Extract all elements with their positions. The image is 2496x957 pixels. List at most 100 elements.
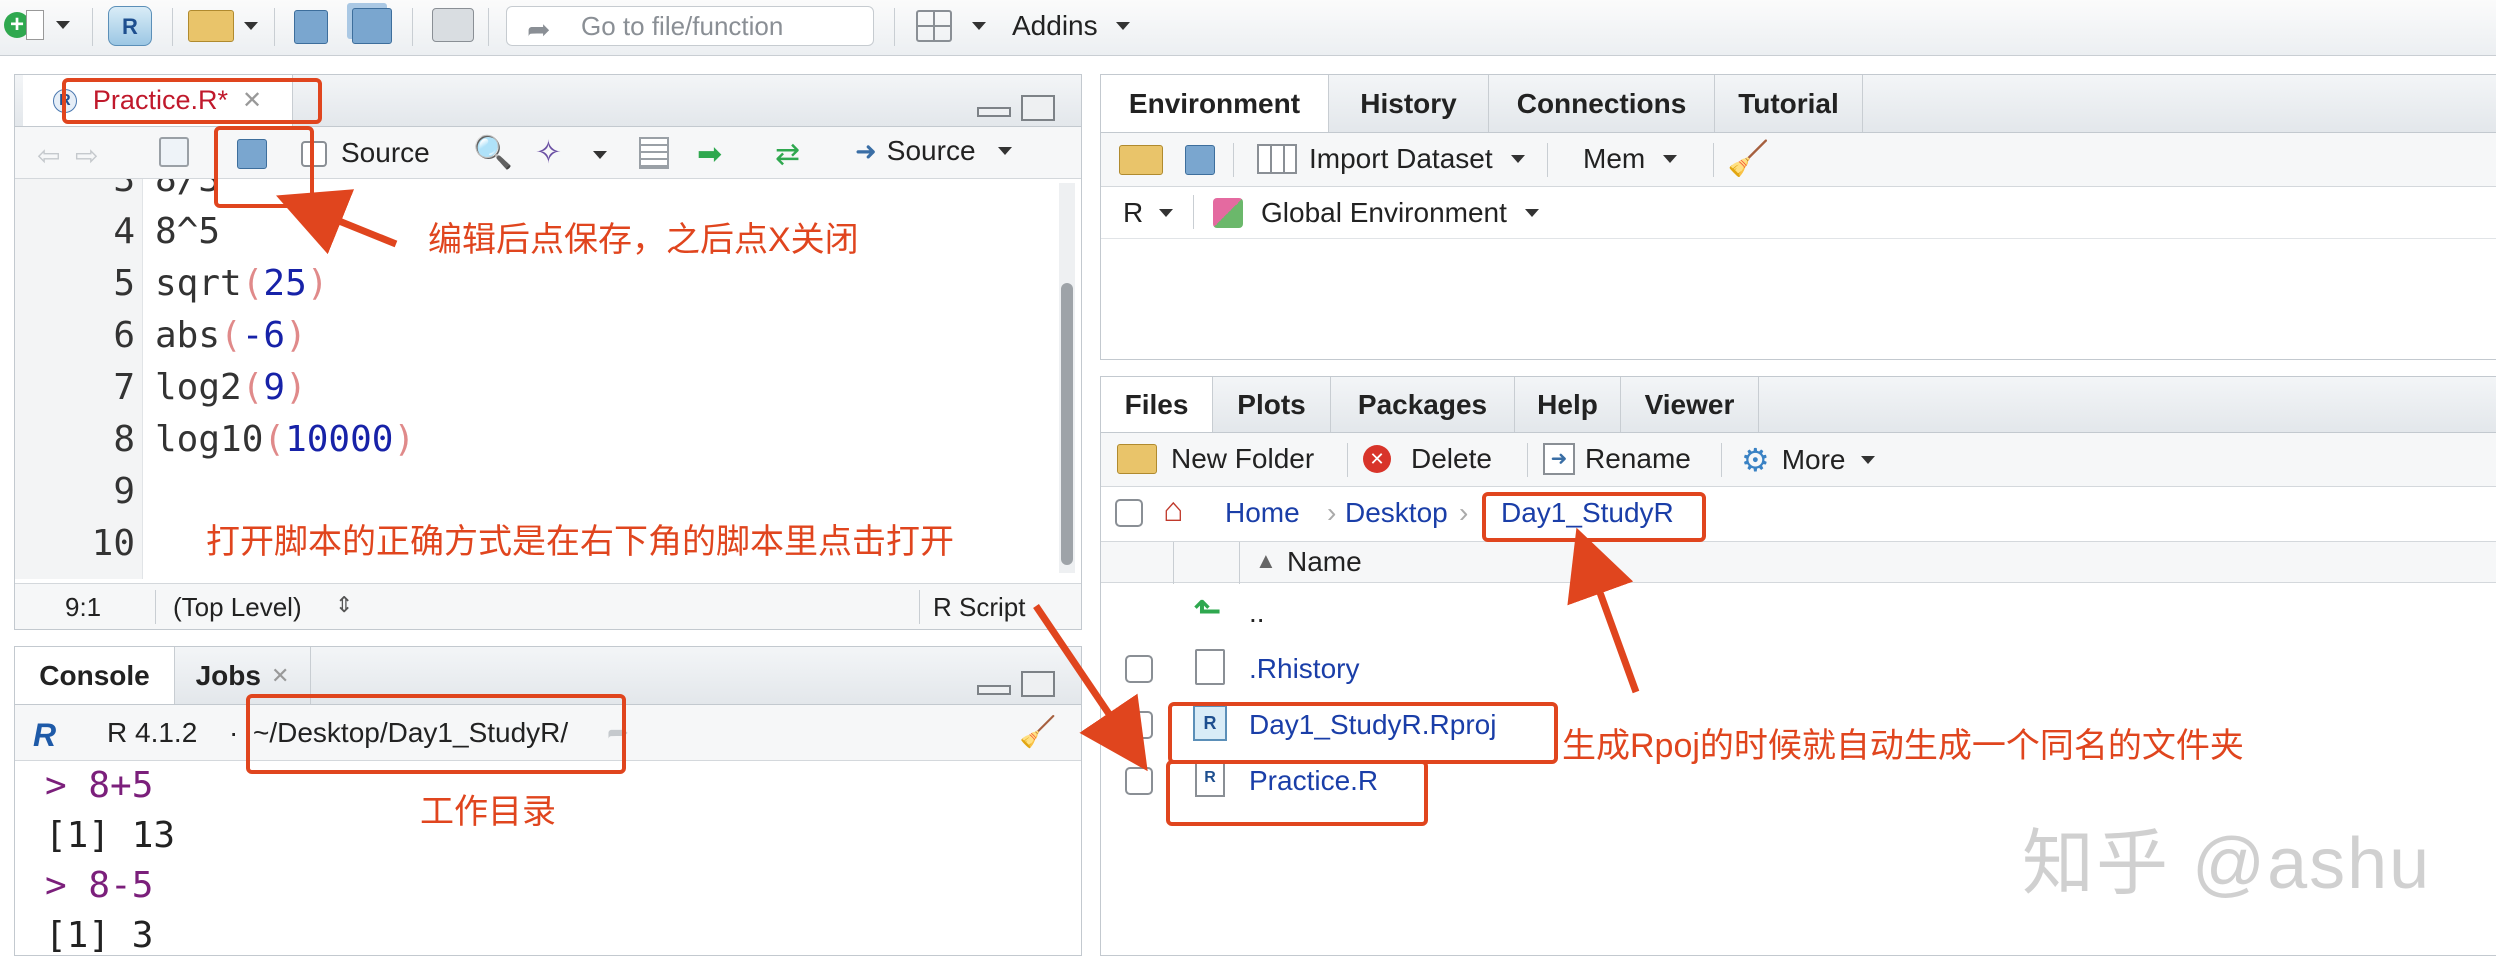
r-version: R 4.1.2 [107, 717, 198, 748]
file-row[interactable]: ⬑.. [1101, 585, 2496, 641]
code-line[interactable]: sqrt(25) [155, 263, 328, 304]
highlight-editor-tab [62, 78, 322, 124]
file-checkbox[interactable] [1125, 655, 1153, 683]
close-icon[interactable]: ✕ [271, 663, 289, 689]
outline-icon[interactable] [639, 137, 669, 169]
new-file-button[interactable]: + [4, 10, 70, 40]
tab-viewer[interactable]: Viewer [1621, 377, 1759, 432]
tab-console[interactable]: Console [15, 647, 175, 704]
load-workspace-icon[interactable] [1119, 145, 1163, 175]
file-name[interactable]: .Rhistory [1249, 653, 1359, 685]
breadcrumb-desktop[interactable]: Desktop [1345, 497, 1448, 529]
more-menu[interactable]: ⚙ More [1741, 441, 1876, 479]
goto-file-input[interactable]: ➦ Go to file/function [506, 6, 874, 46]
delete-button[interactable]: ✕ Delete [1363, 443, 1492, 475]
code-line[interactable]: abs(-6) [155, 315, 307, 356]
maximize-icon[interactable] [1021, 95, 1055, 121]
show-in-window-icon[interactable] [159, 137, 189, 167]
pane-layout-button[interactable] [916, 10, 986, 42]
toolbar-divider [274, 8, 275, 46]
breadcrumb-separator-icon: › [1327, 497, 1337, 528]
breadcrumb-home[interactable]: Home [1225, 497, 1300, 529]
console-text: [1] 13 [45, 815, 176, 856]
maximize-icon[interactable] [1021, 671, 1055, 697]
chevron-down-icon [1663, 155, 1678, 163]
tab-packages-label: Packages [1357, 388, 1488, 420]
file-name[interactable]: .. [1249, 597, 1265, 629]
home-icon[interactable]: ⌂ [1163, 491, 1184, 530]
broom-icon[interactable]: 🧹 [1727, 139, 1769, 179]
line-number: 3 [113, 179, 135, 200]
tab-plots[interactable]: Plots [1213, 377, 1331, 432]
import-dataset-button[interactable]: Import Dataset [1257, 143, 1525, 175]
tab-tutorial[interactable]: Tutorial [1715, 75, 1863, 132]
code-line[interactable]: 8^5 [155, 211, 220, 252]
minimize-icon[interactable] [977, 685, 1011, 695]
open-file-button[interactable] [188, 10, 258, 42]
print-button[interactable] [432, 8, 474, 42]
code-function: log2 [155, 367, 242, 408]
new-project-button[interactable]: R [108, 6, 152, 46]
rename-icon: ➜ [1543, 443, 1575, 475]
new-folder-button[interactable]: New Folder [1117, 443, 1314, 475]
minimize-icon[interactable] [977, 107, 1011, 117]
line-number: 10 [91, 523, 135, 564]
tab-jobs-label: Jobs [195, 659, 261, 691]
editor-scrollbar[interactable] [1059, 183, 1075, 573]
column-name[interactable]: Name [1287, 546, 1362, 578]
tab-files[interactable]: Files [1101, 377, 1213, 432]
history-file-icon [1195, 649, 1225, 685]
addins-label: Addins [1012, 10, 1098, 41]
addins-menu[interactable]: Addins [1012, 10, 1130, 42]
tab-packages[interactable]: Packages [1331, 377, 1515, 432]
file-row[interactable]: .Rhistory [1101, 641, 2496, 697]
code-line[interactable]: log2(9) [155, 367, 307, 408]
save-toolbar-button[interactable] [294, 10, 328, 44]
forward-arrow-icon[interactable]: ⇨ [75, 139, 98, 172]
tab-environment[interactable]: Environment [1101, 75, 1329, 132]
code-function: 8/3 [155, 179, 221, 200]
new-folder-icon [1117, 444, 1157, 474]
code-line[interactable]: log10(10000) [155, 419, 415, 460]
rename-button[interactable]: ➜ Rename [1543, 443, 1691, 475]
files-toolbar: New Folder ✕ Delete ➜ Rename ⚙ More [1101, 433, 2496, 487]
scrollbar-thumb[interactable] [1061, 283, 1073, 565]
broom-icon[interactable]: 🧹 [1019, 715, 1056, 750]
source-button[interactable]: ➜ Source [855, 135, 1012, 167]
save-all-button[interactable] [352, 8, 392, 44]
environment-scope-selector[interactable]: Global Environment [1213, 197, 1539, 229]
code-function: sqrt [155, 263, 242, 304]
delete-icon: ✕ [1363, 445, 1391, 473]
tab-connections-label: Connections [1516, 87, 1687, 119]
tab-history-label: History [1360, 87, 1457, 119]
file-type-selector[interactable]: R Script [933, 592, 1025, 623]
search-icon[interactable]: 🔍 [473, 133, 513, 171]
code-line[interactable]: 8/3 [155, 179, 220, 200]
open-paren: ( [263, 419, 286, 460]
tab-files-label: Files [1124, 388, 1189, 420]
console-prompt: > [45, 765, 67, 806]
toolbar-divider [1233, 143, 1234, 177]
open-script-annotation: 打开脚本的正确方式是在右下角的脚本里点击打开 [206, 523, 954, 561]
file-checkbox[interactable] [1125, 767, 1153, 795]
floppy-disk-icon[interactable] [1185, 145, 1215, 175]
magic-wand-icon[interactable]: ✧ [535, 133, 562, 171]
scope-selector[interactable]: (Top Level) [173, 592, 302, 623]
language-selector[interactable]: R [1123, 197, 1174, 229]
tab-connections[interactable]: Connections [1489, 75, 1715, 132]
tab-help-label: Help [1537, 388, 1598, 420]
select-all-checkbox[interactable] [1115, 499, 1143, 527]
code-argument: 25 [263, 263, 307, 304]
source-on-save-label: Source [341, 137, 430, 168]
save-annotation: 编辑后点保存，之后点X关闭 [428, 221, 859, 259]
run-line-icon[interactable]: ➡ [697, 137, 722, 172]
back-arrow-icon[interactable]: ⇦ [37, 139, 60, 172]
tab-history[interactable]: History [1329, 75, 1489, 132]
chevron-down-icon [997, 147, 1012, 155]
tab-help[interactable]: Help [1515, 377, 1621, 432]
memory-usage-button[interactable]: Mem [1583, 143, 1678, 175]
rerun-icon[interactable]: ⇄ [775, 137, 800, 172]
file-checkbox[interactable] [1125, 711, 1153, 739]
code-argument: 10000 [285, 419, 394, 460]
chevron-down-icon [972, 22, 986, 30]
